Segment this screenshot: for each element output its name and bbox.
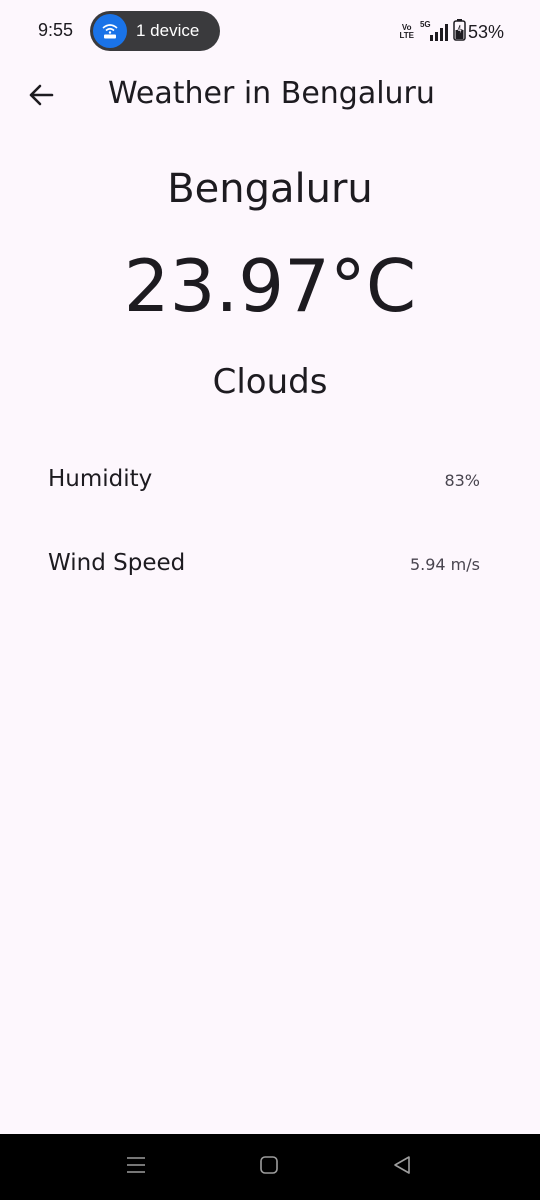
recents-button[interactable]: [118, 1152, 154, 1182]
temperature-value: 23.97°C: [123, 244, 417, 328]
recents-icon: [125, 1154, 147, 1180]
arrow-left-icon: [27, 81, 55, 113]
weather-condition: Clouds: [212, 362, 328, 402]
battery-percent: 53%: [467, 21, 504, 42]
status-bar: 9:55 1 device Vo LTE 5G 53%: [0, 0, 540, 64]
status-time: 9:55: [38, 20, 74, 40]
wind-speed-label: Wind Speed: [48, 550, 186, 576]
app-bar: Weather in Bengaluru: [0, 64, 540, 128]
back-button[interactable]: [18, 74, 64, 120]
wind-speed-value: 5.94 m/s: [409, 555, 480, 574]
humidity-value: 83%: [444, 471, 480, 490]
nav-back-button[interactable]: [384, 1152, 420, 1182]
home-button[interactable]: [251, 1152, 287, 1182]
detail-row-humidity: Humidity 83%: [48, 462, 480, 502]
humidity-label: Humidity: [48, 466, 153, 492]
detail-row-wind-speed: Wind Speed 5.94 m/s: [48, 546, 480, 586]
status-indicators: Vo LTE 5G 53%: [399, 19, 504, 45]
volte-bottom-label: LTE: [399, 31, 414, 40]
back-triangle-icon: [391, 1154, 413, 1180]
city-name: Bengaluru: [167, 166, 373, 212]
page-title: Weather in Bengaluru: [108, 76, 435, 111]
volte-icon: Vo LTE: [399, 24, 414, 40]
battery-icon: [453, 19, 466, 45]
hotspot-icon: [93, 14, 127, 48]
home-icon: [258, 1154, 280, 1180]
signal-icon: 5G: [420, 20, 450, 42]
hotspot-chip[interactable]: 1 device: [90, 11, 220, 51]
hotspot-label: 1 device: [136, 21, 200, 40]
system-nav-bar: [0, 1134, 540, 1200]
